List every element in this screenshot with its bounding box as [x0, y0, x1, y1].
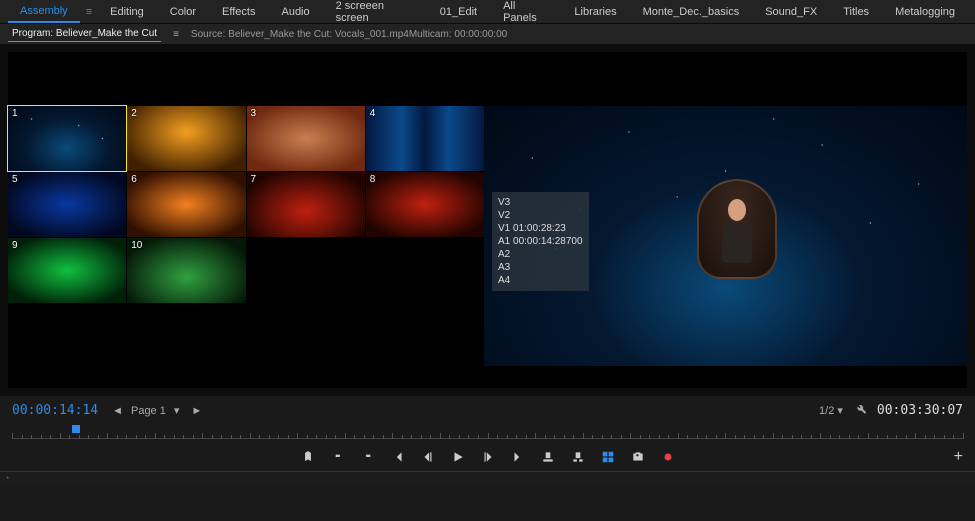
workspace-tab-01edit[interactable]: 01_Edit — [428, 2, 489, 22]
time-ruler[interactable] — [12, 425, 963, 443]
program-output-view[interactable]: V3V2V1 01:00:28:23A1 00:00:14:28700A2A3A… — [484, 106, 967, 366]
step-forward-button[interactable] — [480, 449, 496, 465]
zoom-select[interactable]: 1/2 ▾ — [819, 404, 843, 417]
camera-number-label: 8 — [370, 174, 376, 185]
camera-angle-6[interactable]: 6 — [127, 172, 245, 237]
playhead-indicator[interactable] — [72, 425, 80, 433]
multicam-record-button[interactable] — [660, 449, 676, 465]
page-next-icon[interactable]: ► — [187, 403, 206, 419]
workspace-tab-assembly[interactable]: Assembly — [8, 1, 80, 23]
camera-number-label: 1 — [12, 108, 18, 119]
lift-button[interactable] — [540, 449, 556, 465]
step-back-button[interactable] — [420, 449, 436, 465]
workspace-tab-color[interactable]: Color — [158, 2, 208, 22]
camera-number-label: 9 — [12, 240, 18, 251]
camera-angle-empty — [366, 238, 484, 303]
workspace-tab-monte[interactable]: Monte_Dec._basics — [631, 2, 752, 22]
export-frame-button[interactable] — [630, 449, 646, 465]
workspace-tab-libraries[interactable]: Libraries — [562, 2, 628, 22]
program-monitor: 1 2 3 4 5 6 7 8 9 10 V3V2V1 01:00:28:23A1 00:00:1… — [0, 44, 975, 396]
camera-number-label: 5 — [12, 174, 18, 185]
toggle-multicam-button[interactable] — [600, 449, 616, 465]
mark-in-button[interactable] — [330, 449, 346, 465]
camera-angle-7[interactable]: 7 — [247, 172, 365, 237]
camera-number-label: 2 — [131, 108, 137, 119]
camera-angle-4[interactable]: 4 — [366, 106, 484, 171]
overlay-line: V3 — [498, 196, 583, 209]
goto-out-button[interactable] — [510, 449, 526, 465]
camera-number-label: 7 — [251, 174, 257, 185]
current-timecode[interactable]: 00:00:14:14 — [12, 403, 98, 418]
camera-angle-1[interactable]: 1 — [8, 106, 126, 171]
workspace-tab-2screen[interactable]: 2 screeen screen — [324, 0, 426, 28]
page-dropdown-icon[interactable]: ▾ — [170, 402, 184, 419]
camera-angle-2[interactable]: 2 — [127, 106, 245, 171]
camera-angle-10[interactable]: 10 — [127, 238, 245, 303]
camera-angle-9[interactable]: 9 — [8, 238, 126, 303]
timecode-bar: 00:00:14:14 ◄ Page 1 ▾ ► 1/2 ▾ 00:03:30:… — [0, 396, 975, 425]
program-panel-header: Program: Believer_Make the Cut ≡ Source:… — [0, 24, 975, 44]
workspace-menu-icon[interactable]: ≡ — [82, 6, 96, 18]
workspace-tab-editing[interactable]: Editing — [98, 2, 156, 22]
settings-wrench-icon[interactable] — [853, 402, 867, 419]
overlay-line: V1 01:00:28:23 — [498, 222, 583, 235]
camera-angle-8[interactable]: 8 — [366, 172, 484, 237]
transport-controls: + — [0, 443, 975, 471]
overlay-line: V2 — [498, 209, 583, 222]
camera-number-label: 4 — [370, 108, 376, 119]
goto-in-button[interactable] — [390, 449, 406, 465]
camera-angle-empty — [247, 238, 365, 303]
workspace-tab-allpanels[interactable]: All Panels — [491, 0, 560, 28]
camera-number-label: 6 — [131, 174, 137, 185]
workspace-tab-titles[interactable]: Titles — [831, 2, 881, 22]
status-icon: ◔ — [0, 472, 13, 484]
page-prev-icon[interactable]: ◄ — [108, 403, 127, 419]
program-panel-tab[interactable]: Program: Believer_Make the Cut — [8, 26, 161, 42]
add-marker-button[interactable] — [300, 449, 316, 465]
camera-number-label: 10 — [131, 240, 142, 251]
button-editor-icon[interactable]: + — [954, 448, 963, 466]
source-label: Source: Believer_Make the Cut: Vocals_00… — [191, 29, 507, 40]
panel-menu-icon[interactable]: ≡ — [173, 29, 179, 40]
duration-timecode: 00:03:30:07 — [877, 403, 963, 418]
workspace-tab-effects[interactable]: Effects — [210, 2, 267, 22]
status-bar: ◔ — [0, 471, 975, 483]
camera-angle-3[interactable]: 3 — [247, 106, 365, 171]
workspace-bar: Assembly ≡ Editing Color Effects Audio 2… — [0, 0, 975, 24]
overlay-line: A2 — [498, 248, 583, 261]
multicam-grid: 1 2 3 4 5 6 7 8 9 10 — [8, 106, 484, 388]
mark-out-button[interactable] — [360, 449, 376, 465]
page-label[interactable]: Page 1 — [131, 405, 166, 417]
camera-angle-5[interactable]: 5 — [8, 172, 126, 237]
play-button[interactable] — [450, 449, 466, 465]
overlay-line: A3 — [498, 261, 583, 274]
extract-button[interactable] — [570, 449, 586, 465]
overlay-line: A4 — [498, 274, 583, 287]
overlay-line: A1 00:00:14:28700 — [498, 235, 583, 248]
camera-number-label: 3 — [251, 108, 257, 119]
workspace-tab-soundfx[interactable]: Sound_FX — [753, 2, 829, 22]
track-overlay: V3V2V1 01:00:28:23A1 00:00:14:28700A2A3A… — [492, 192, 589, 291]
workspace-tab-metalog[interactable]: Metalogging — [883, 2, 967, 22]
workspace-tab-audio[interactable]: Audio — [269, 2, 321, 22]
